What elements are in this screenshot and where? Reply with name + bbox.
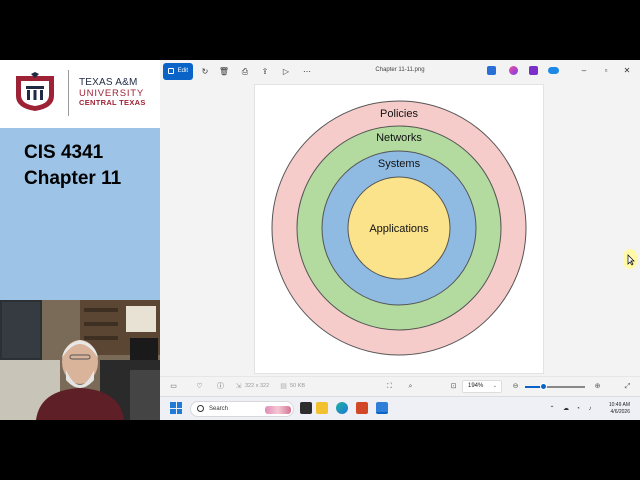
dimensions-icon: ⇲ bbox=[235, 383, 242, 390]
crop-select-icon[interactable]: ⛶ bbox=[384, 381, 395, 392]
mouse-cursor bbox=[623, 249, 637, 269]
edit-icon bbox=[168, 68, 174, 74]
ring-label-networks: Networks bbox=[376, 132, 422, 144]
logo-text-line1: TEXAS A&M bbox=[79, 77, 138, 88]
image-dimensions: 322 x 322 bbox=[245, 383, 270, 389]
taskbar-date[interactable]: 4/6/2026 bbox=[611, 409, 630, 415]
onedrive-icon[interactable] bbox=[548, 67, 559, 74]
image-viewer-canvas[interactable]: Policies Networks Systems Applications bbox=[160, 84, 640, 376]
zoom-slider-thumb[interactable] bbox=[539, 383, 547, 390]
start-button[interactable] bbox=[170, 402, 182, 414]
image-file-size: 50 KB bbox=[290, 383, 305, 389]
photos-toolbar: Edit ↻ 🗑 ⎙ ⇪ ▷ ⋯ Chapter 11-11.png – ▫ ✕ bbox=[160, 60, 640, 84]
slide-title-block: CIS 4341 Chapter 11 bbox=[0, 128, 160, 300]
taskbar-time[interactable]: 10:49 AM bbox=[609, 402, 630, 408]
wifi-icon[interactable]: ◔ bbox=[574, 405, 582, 413]
edit-button[interactable]: Edit bbox=[163, 63, 193, 80]
volume-icon[interactable]: ♪ bbox=[586, 405, 594, 413]
photos-app-window: Edit ↻ 🗑 ⎙ ⇪ ▷ ⋯ Chapter 11-11.png – ▫ ✕ bbox=[160, 60, 640, 396]
slide-title-chapter: Chapter 11 bbox=[24, 168, 122, 189]
slideshow-icon[interactable]: ▷ bbox=[280, 66, 292, 78]
rotate-icon[interactable]: ↻ bbox=[199, 66, 211, 78]
security-layers-diagram: Policies Networks Systems Applications bbox=[271, 100, 527, 356]
file-size-icon: ▤ bbox=[280, 383, 287, 390]
zoom-level-value: 194% bbox=[468, 383, 484, 389]
edit-button-label: Edit bbox=[177, 68, 188, 74]
file-name: Chapter 11-11.png bbox=[375, 67, 425, 73]
ring-label-applications: Applications bbox=[369, 223, 429, 235]
zoom-slider[interactable] bbox=[525, 383, 585, 390]
photos-status-bar: ▭ ♡ ⓘ ⇲ 322 x 322 ▤ 50 KB ⛶ ⌕ ⊡ 194% ⌄ ⊖… bbox=[160, 376, 640, 396]
logo-text-line3: CENTRAL TEXAS bbox=[79, 98, 146, 107]
search-label: Search bbox=[209, 406, 229, 412]
show-hidden-icons-chevron-icon[interactable]: ⌃ bbox=[548, 405, 556, 413]
displayed-image: Policies Networks Systems Applications bbox=[254, 84, 544, 374]
ring-label-policies: Policies bbox=[380, 108, 418, 120]
more-icon[interactable]: ⋯ bbox=[301, 66, 313, 78]
fit-to-window-icon[interactable]: ⊡ bbox=[448, 381, 459, 392]
windows-taskbar: Search ⌃ ☁ ◔ ♪ 10:49 AM 4/6/2026 bbox=[160, 396, 640, 420]
screen: TEXAS A&M UNIVERSITY CENTRAL TEXAS CIS 4… bbox=[0, 0, 640, 480]
edge-browser-icon[interactable] bbox=[336, 402, 348, 414]
taskbar-search-box[interactable]: Search bbox=[190, 401, 294, 417]
presentation-slide: TEXAS A&M UNIVERSITY CENTRAL TEXAS CIS 4… bbox=[0, 60, 160, 420]
delete-icon[interactable]: 🗑 bbox=[218, 66, 230, 78]
logo-divider bbox=[68, 70, 69, 116]
zoom-level-dropdown[interactable]: 194% ⌄ bbox=[462, 380, 502, 393]
university-seal-icon bbox=[16, 72, 54, 111]
slide-title-course: CIS 4341 bbox=[24, 142, 104, 163]
visual-search-icon[interactable]: ⌕ bbox=[405, 381, 416, 392]
favorite-icon[interactable]: ♡ bbox=[194, 381, 205, 392]
ring-label-systems: Systems bbox=[378, 158, 421, 170]
zoom-in-icon[interactable]: ⊕ bbox=[592, 381, 603, 392]
copilot-icon[interactable] bbox=[509, 66, 518, 75]
share-icon[interactable]: ⇪ bbox=[259, 66, 271, 78]
photos-app-icon[interactable] bbox=[376, 402, 388, 414]
print-icon[interactable]: ⎙ bbox=[239, 66, 251, 78]
close-icon[interactable]: ✕ bbox=[621, 65, 633, 77]
designer-icon[interactable] bbox=[487, 66, 496, 75]
filmstrip-icon[interactable]: ▭ bbox=[168, 381, 179, 392]
maximize-icon[interactable]: ▫ bbox=[600, 65, 612, 77]
webcam-image bbox=[0, 300, 160, 420]
zoom-out-icon[interactable]: ⊖ bbox=[510, 381, 521, 392]
onedrive-tray-icon[interactable]: ☁ bbox=[562, 405, 570, 413]
webcam-feed bbox=[0, 300, 160, 420]
fullscreen-icon[interactable]: ⤢ bbox=[622, 381, 633, 392]
chevron-down-icon: ⌄ bbox=[492, 383, 497, 389]
powerpoint-icon[interactable] bbox=[356, 402, 368, 414]
clipchamp-icon[interactable] bbox=[529, 66, 538, 75]
search-highlight-image bbox=[265, 406, 291, 414]
task-view-icon[interactable] bbox=[300, 402, 312, 414]
university-logo: TEXAS A&M UNIVERSITY CENTRAL TEXAS bbox=[0, 60, 160, 128]
file-explorer-icon[interactable] bbox=[316, 402, 328, 414]
info-icon[interactable]: ⓘ bbox=[215, 381, 226, 392]
minimize-icon[interactable]: – bbox=[578, 65, 590, 77]
search-icon bbox=[197, 405, 204, 412]
